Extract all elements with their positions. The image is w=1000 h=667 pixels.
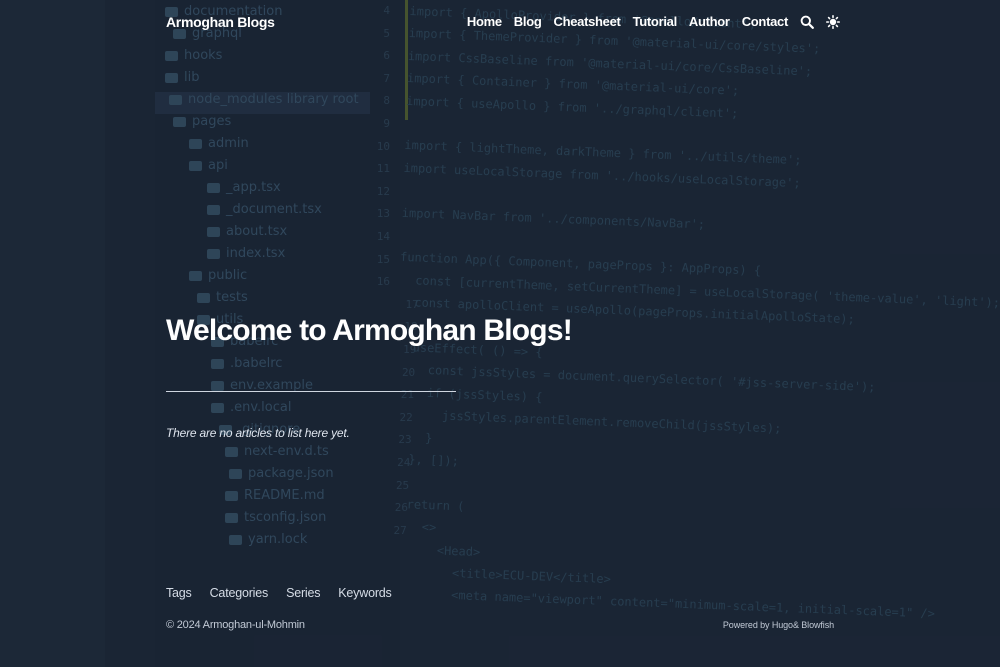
nav-blog[interactable]: Blog [514, 14, 542, 29]
nav-home[interactable]: Home [467, 14, 502, 29]
main-nav: Home Blog Cheatsheet Tutorial Author Con… [467, 14, 840, 29]
powered-by-prefix: Powered by [722, 620, 772, 630]
nav-contact[interactable]: Contact [742, 14, 789, 29]
nav-cheatsheet[interactable]: Cheatsheet [553, 14, 620, 29]
search-icon[interactable] [800, 15, 814, 29]
title-divider [166, 391, 456, 392]
footer-link-keywords[interactable]: Keywords [338, 586, 391, 600]
blowfish-link[interactable]: Blowfish [801, 620, 834, 630]
copyright-text: © 2024 Armoghan-ul-Mohmin [166, 619, 305, 631]
site-title-link[interactable]: Armoghan Blogs [166, 14, 275, 30]
nav-tutorial[interactable]: Tutorial [633, 14, 678, 29]
powered-by-text: Powered by Hugo& Blowfish [723, 620, 834, 630]
footer-link-series[interactable]: Series [286, 586, 320, 600]
empty-articles-message: There are no articles to list here yet. [166, 426, 350, 440]
page-title: Welcome to Armoghan Blogs! [166, 314, 573, 347]
footer-link-categories[interactable]: Categories [210, 586, 269, 600]
theme-toggle-icon[interactable] [826, 14, 840, 29]
nav-author[interactable]: Author [689, 14, 730, 29]
hugo-link[interactable]: Hugo [772, 620, 793, 630]
footer-taxonomy-links: Tags Categories Series Keywords [166, 586, 392, 600]
footer-link-tags[interactable]: Tags [166, 586, 192, 600]
